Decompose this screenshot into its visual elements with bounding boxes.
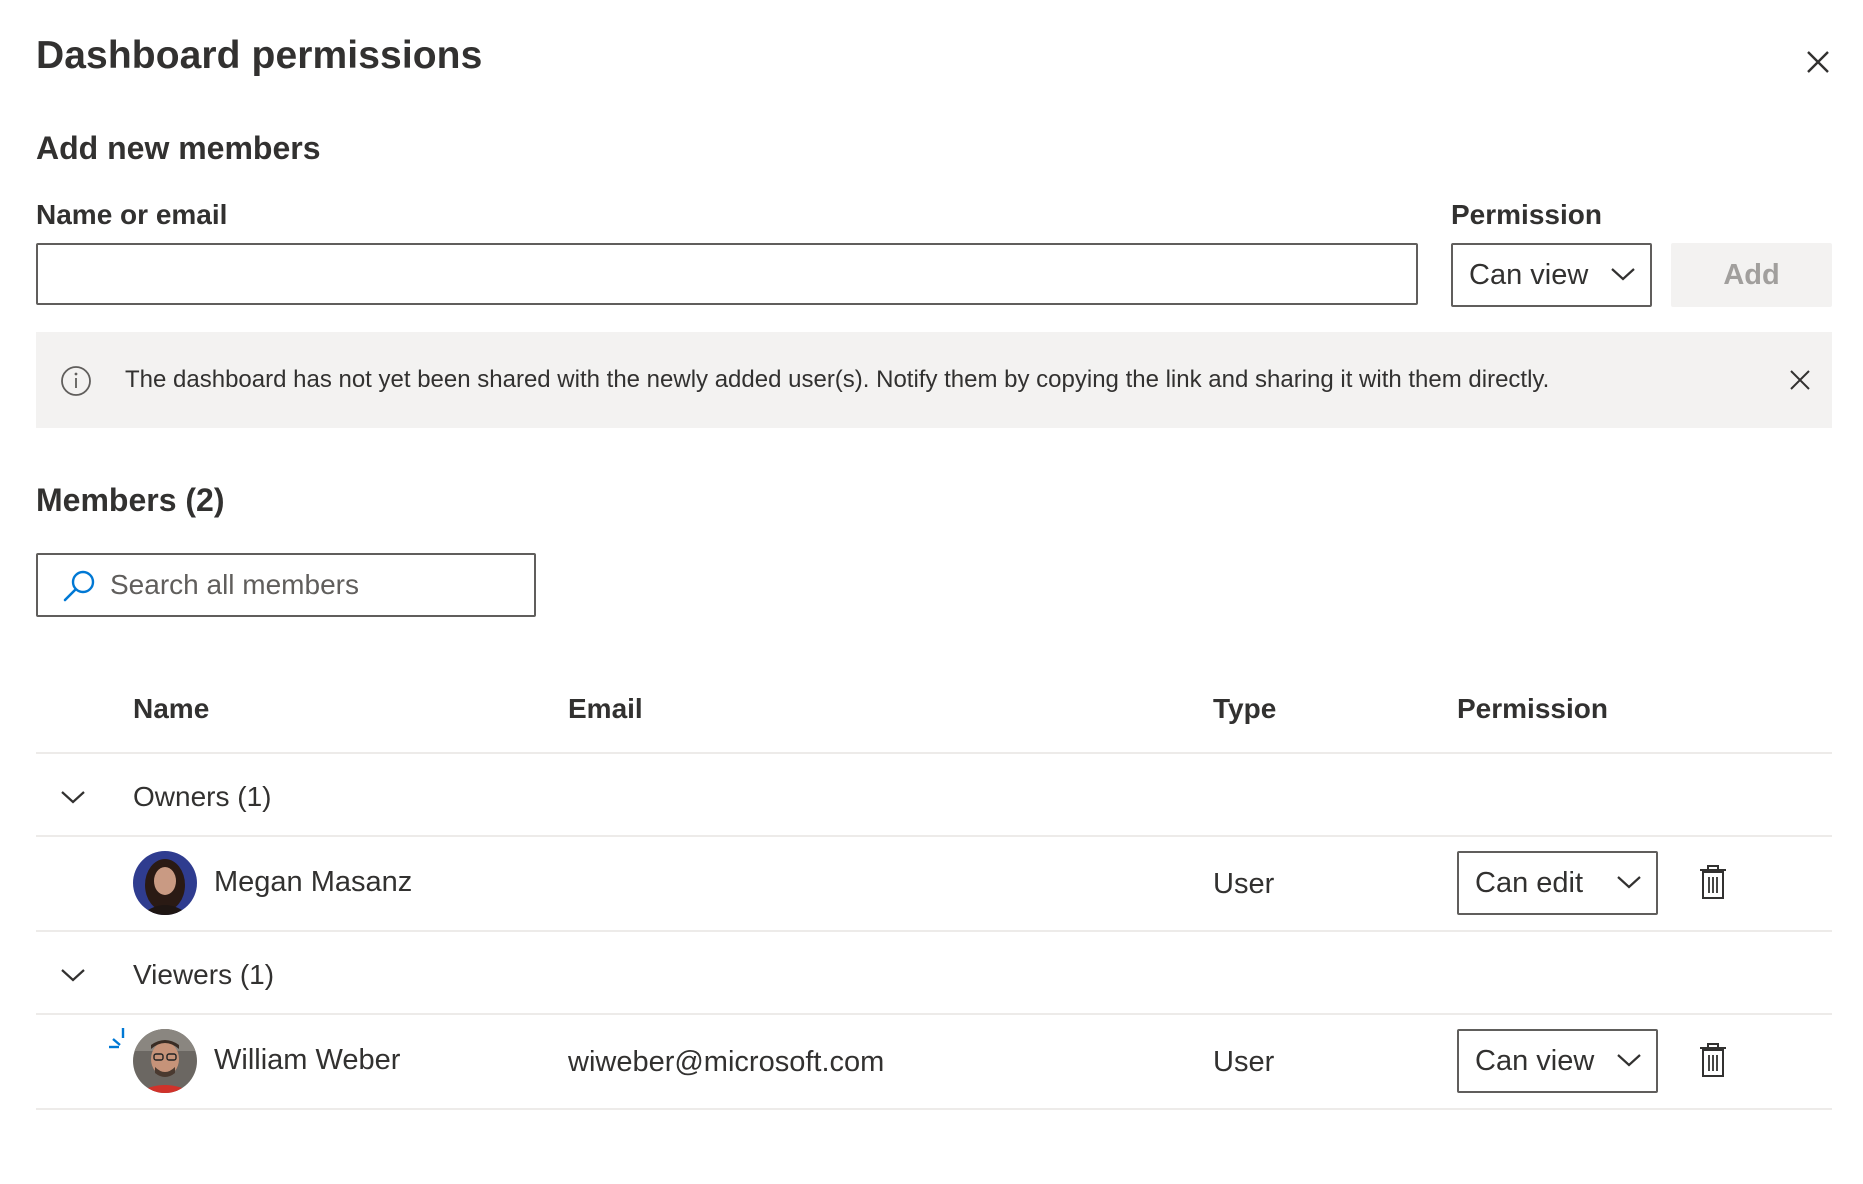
member-type: User: [1213, 868, 1275, 900]
member-permission-dropdown[interactable]: Can view: [1457, 1029, 1658, 1093]
name-or-email-label: Name or email: [36, 199, 228, 230]
search-members-input[interactable]: [110, 557, 520, 613]
info-message-text: The dashboard has not yet been shared wi…: [125, 366, 1550, 393]
add-button[interactable]: Add: [1671, 243, 1832, 307]
page-title: Dashboard permissions: [36, 34, 483, 77]
avatar: [133, 1029, 197, 1093]
row-divider: [36, 835, 1832, 837]
chevron-down-icon: [1617, 876, 1641, 889]
column-header-type[interactable]: Type: [1213, 693, 1276, 725]
row-divider: [36, 1013, 1832, 1015]
permission-label: Permission: [1451, 199, 1602, 230]
info-icon: [61, 366, 91, 396]
column-header-name[interactable]: Name: [133, 693, 209, 725]
add-members-heading: Add new members: [36, 130, 321, 166]
group-label-owners: Owners (1): [133, 781, 272, 812]
chevron-down-icon: [1617, 1054, 1641, 1067]
new-member-permission-value: Can view: [1469, 259, 1589, 291]
row-divider: [36, 1108, 1832, 1110]
search-icon: [63, 570, 95, 602]
members-heading: Members (2): [36, 482, 225, 518]
permissions-panel: Dashboard permissions Add new members Na…: [36, 0, 1832, 1184]
member-permission-value: Can view: [1475, 1045, 1595, 1077]
dismiss-info-icon[interactable]: [1788, 368, 1812, 392]
chevron-down-icon: [1611, 268, 1635, 281]
column-header-email[interactable]: Email: [568, 693, 643, 725]
chevron-down-icon[interactable]: [60, 966, 86, 984]
member-permission-dropdown[interactable]: Can edit: [1457, 851, 1658, 915]
search-members-box[interactable]: [36, 553, 536, 617]
trash-icon[interactable]: [1698, 864, 1728, 900]
group-label-viewers: Viewers (1): [133, 959, 275, 990]
member-name: Megan Masanz: [214, 866, 413, 898]
new-member-indicator-icon: [109, 1028, 125, 1049]
member-email: wiweber@microsoft.com: [568, 1046, 885, 1078]
info-message-bar: The dashboard has not yet been shared wi…: [36, 332, 1832, 428]
table-header-divider: [36, 752, 1832, 754]
name-or-email-input[interactable]: [36, 243, 1418, 305]
member-permission-value: Can edit: [1475, 867, 1584, 899]
column-header-permission[interactable]: Permission: [1457, 693, 1608, 725]
avatar: [133, 851, 197, 915]
row-divider: [36, 930, 1832, 932]
trash-icon[interactable]: [1698, 1042, 1728, 1078]
member-name: William Weber: [214, 1044, 401, 1076]
close-icon[interactable]: [1800, 44, 1836, 80]
new-member-permission-dropdown[interactable]: Can view: [1451, 243, 1652, 307]
member-type: User: [1213, 1046, 1275, 1078]
chevron-down-icon[interactable]: [60, 788, 86, 806]
